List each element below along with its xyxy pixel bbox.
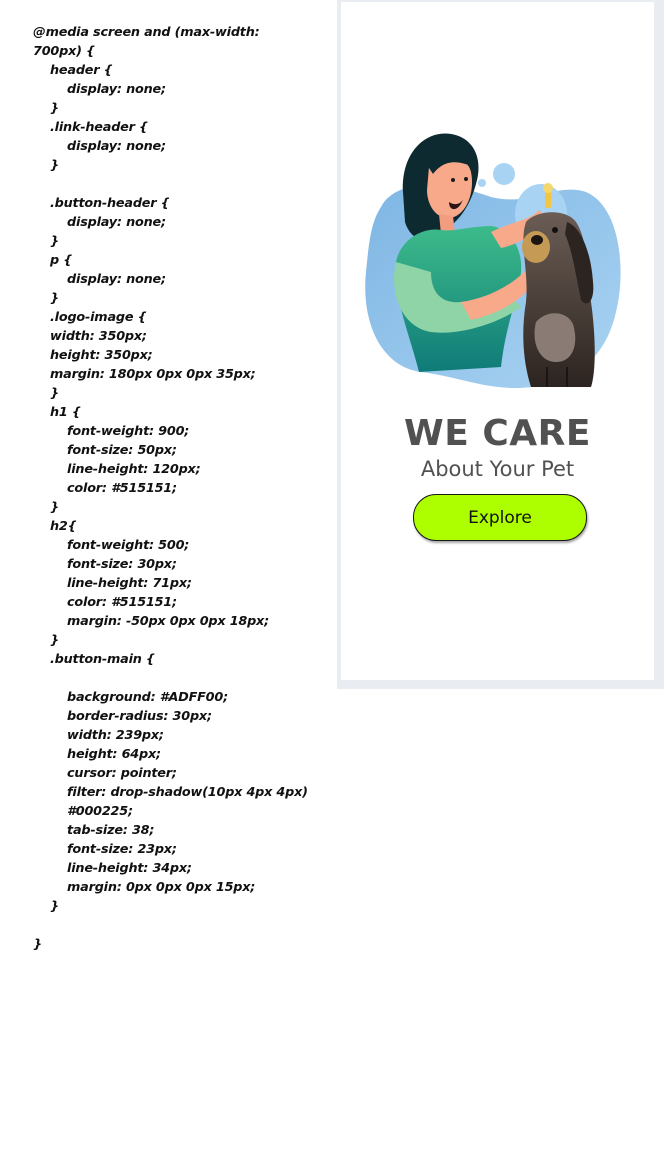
code-panel: @media screen and (max-width: 700px) { h… bbox=[0, 0, 338, 952]
explore-button[interactable]: Explore bbox=[413, 494, 587, 541]
page-heading: WE CARE bbox=[404, 413, 591, 454]
css-code: @media screen and (max-width: 700px) { h… bbox=[33, 25, 308, 952]
mobile-preview: WE CARE About Your Pet Explore bbox=[341, 2, 654, 680]
page-subheading: About Your Pet bbox=[420, 457, 575, 481]
woman-with-dog-illustration bbox=[365, 133, 621, 389]
